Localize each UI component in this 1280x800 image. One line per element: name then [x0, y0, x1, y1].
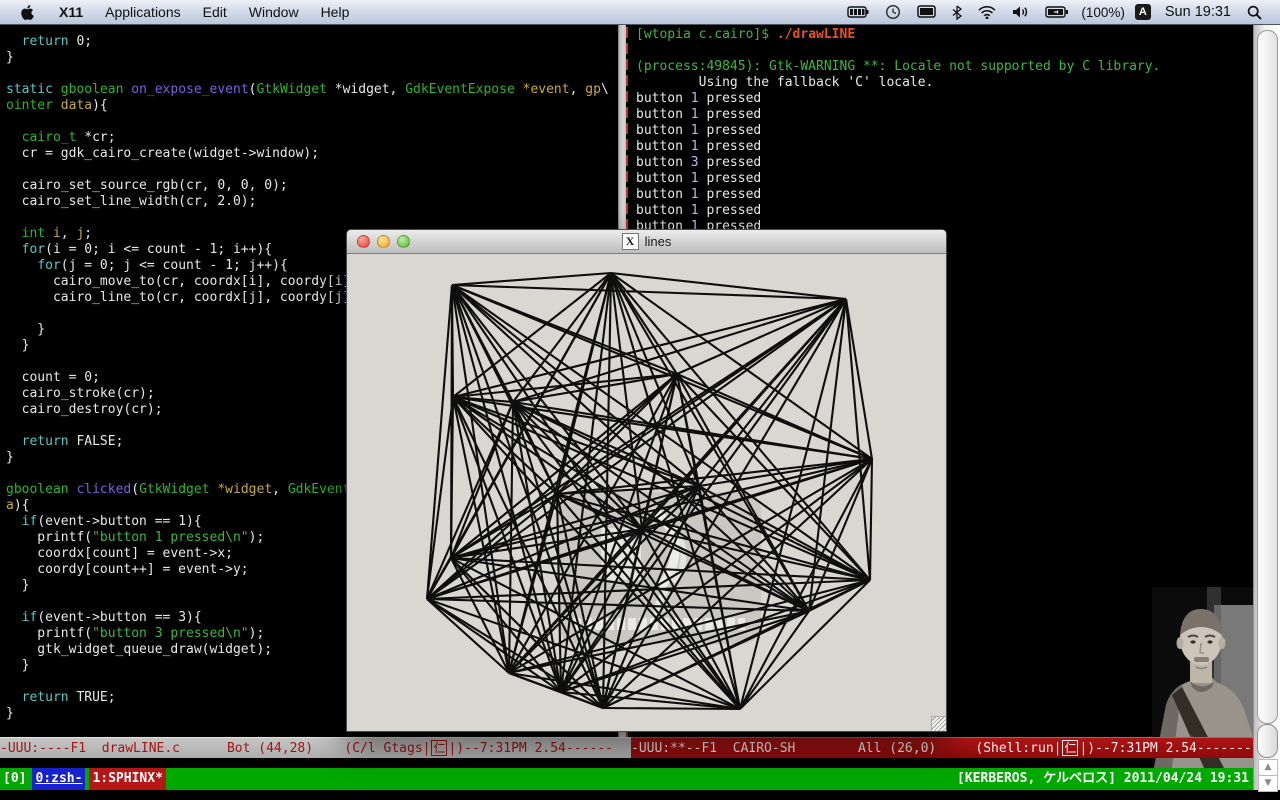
text-line: cr = gdk_cairo_create(widget->window);	[6, 146, 624, 162]
resize-grip[interactable]	[931, 716, 946, 731]
minimize-button[interactable]	[377, 235, 390, 248]
keyboard-battery-icon[interactable]	[839, 6, 877, 18]
scrollbar[interactable]: ▲ ▼	[1253, 24, 1280, 790]
text-line: ointer data){	[6, 98, 624, 114]
screen-session: [0]	[0, 768, 29, 790]
display-icon[interactable]	[909, 5, 944, 19]
modeline-right-text: -UUU:**--F1 CAIRO-SH All (26,0) (Shell:r…	[631, 741, 1061, 756]
menu-clock[interactable]: Sun 19:31	[1157, 4, 1239, 20]
apple-menu-icon[interactable]	[14, 4, 48, 20]
text-line	[636, 43, 1257, 59]
text-line: cairo_set_line_width(cr, 2.0);	[6, 194, 624, 210]
screen-window-sphinx[interactable]: 1:SPHINX*	[89, 768, 165, 790]
modeline-right-mule: 仁	[1062, 740, 1078, 756]
text-line: button 3 pressed	[636, 155, 1257, 171]
text-line	[6, 66, 624, 82]
text-line: (process:49845): Gtk-WARNING **: Locale …	[636, 59, 1257, 75]
bluetooth-icon[interactable]	[944, 5, 970, 20]
window-controls	[357, 235, 410, 248]
scroll-up-button[interactable]: ▲	[1258, 759, 1278, 776]
screen-window-zsh[interactable]: 0:zsh-	[32, 768, 85, 790]
battery-charging-icon[interactable]	[1037, 6, 1077, 18]
screen-hostname-clock: [KERBEROS, ケルベロス] 2011/04/24 19:31	[957, 768, 1253, 790]
text-line: button 1 pressed	[636, 91, 1257, 107]
menu-x11[interactable]: X11	[48, 4, 94, 20]
scrollbar-knob[interactable]	[1257, 724, 1278, 758]
text-line	[6, 114, 624, 130]
text-line: static gboolean on_expose_event(GtkWidge…	[6, 82, 624, 98]
input-source-badge[interactable]: A	[1135, 4, 1151, 20]
text-line: [wtopia c.cairo]$ ./drawLINE	[636, 27, 1257, 43]
screen-status-bar: [0] 0:zsh- 1:SPHINX* [KERBEROS, ケルベロス] 2…	[0, 768, 1253, 790]
modeline-inactive: -UUU:----F1 drawLINE.c Bot (44,28) (C/l …	[0, 737, 631, 758]
menu-applications[interactable]: Applications	[94, 4, 192, 20]
text-line: cairo_t *cr;	[6, 130, 624, 146]
lines-titlebar[interactable]: X lines	[347, 230, 946, 254]
wifi-icon[interactable]	[970, 6, 1004, 19]
text-line: button 1 pressed	[636, 139, 1257, 155]
menu-help[interactable]: Help	[310, 4, 361, 20]
text-line: button 1 pressed	[636, 203, 1257, 219]
menu-bar: X11ApplicationsEditWindowHelp	[0, 0, 1280, 25]
text-line	[6, 210, 624, 226]
text-line	[6, 162, 624, 178]
modeline-active: -UUU:**--F1 CAIRO-SH All (26,0) (Shell:r…	[631, 737, 1253, 758]
lines-canvas[interactable]	[347, 254, 946, 731]
menu-edit[interactable]: Edit	[192, 4, 238, 20]
text-line: Using the fallback 'C' locale.	[636, 75, 1257, 91]
modeline-left-mule: 仁	[431, 740, 447, 756]
menu-left: X11ApplicationsEditWindowHelp	[0, 4, 360, 20]
text-line: }	[6, 50, 624, 66]
battery-percent: (100%)	[1077, 5, 1129, 20]
volume-icon[interactable]	[1004, 5, 1037, 19]
lines-drawing	[347, 254, 946, 731]
zoom-button[interactable]	[397, 235, 410, 248]
menu-window[interactable]: Window	[238, 4, 310, 20]
scroll-down-button[interactable]: ▼	[1258, 775, 1278, 792]
text-line: button 1 pressed	[636, 123, 1257, 139]
modeline-left-text: -UUU:----F1 drawLINE.c Bot (44,28) (C/l …	[0, 741, 430, 756]
modeline-left-text2: |)--7:31PM 2.54------	[448, 741, 612, 756]
menu-items: X11ApplicationsEditWindowHelp	[48, 4, 360, 20]
time-machine-icon[interactable]	[877, 4, 909, 20]
text-line: return 0;	[6, 34, 624, 50]
menu-status-area: (100%) A Sun 19:31	[839, 4, 1280, 20]
spotlight-icon[interactable]	[1239, 5, 1270, 20]
x11-app-icon: X	[622, 233, 639, 250]
text-line: button 1 pressed	[636, 107, 1257, 123]
desktop: X11ApplicationsEditWindowHelp	[0, 0, 1280, 800]
close-button[interactable]	[357, 235, 370, 248]
window-title: lines	[645, 234, 672, 249]
scrollbar-thumb[interactable]	[1257, 30, 1278, 724]
text-line: button 1 pressed	[636, 171, 1257, 187]
lines-window[interactable]: X lines	[346, 229, 947, 732]
text-line: button 1 pressed	[636, 187, 1257, 203]
text-line: cairo_set_source_rgb(cr, 0, 0, 0);	[6, 178, 624, 194]
modeline-right-text2: |)--7:31PM 2.54-------	[1079, 741, 1251, 756]
